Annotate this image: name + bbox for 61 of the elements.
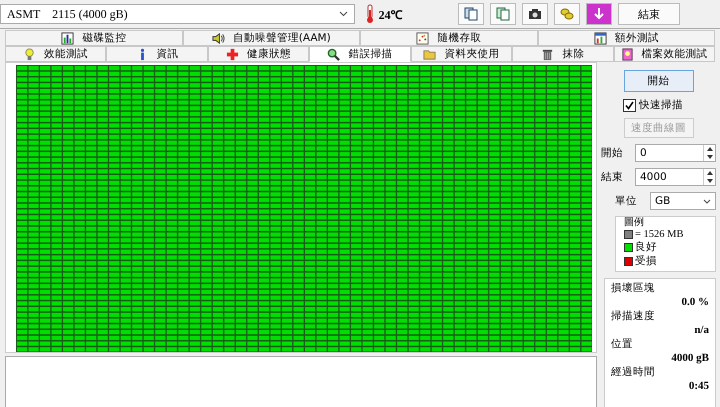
tab[interactable]: 效能測試 bbox=[5, 46, 106, 62]
legend-label: 受損 bbox=[635, 254, 657, 268]
number-field[interactable]: 0 bbox=[635, 144, 716, 162]
copy-icon bbox=[496, 7, 510, 21]
start-button[interactable]: 開始 bbox=[624, 70, 694, 92]
unit-label: 單位 bbox=[615, 194, 637, 208]
spin-up-icon[interactable] bbox=[706, 147, 712, 151]
tab[interactable]: 資訊 bbox=[106, 46, 208, 62]
legend-title: 圖例 bbox=[624, 217, 644, 228]
stat-label: 掃描速度 bbox=[611, 309, 656, 323]
scatter-chart-icon bbox=[416, 32, 430, 44]
stat-label: 經過時間 bbox=[611, 365, 656, 379]
tab[interactable]: 健康狀態 bbox=[208, 46, 310, 62]
unit-select[interactable]: GB bbox=[650, 192, 716, 210]
download-button[interactable] bbox=[586, 3, 612, 25]
quick-scan-checkbox[interactable] bbox=[623, 98, 636, 112]
stat-value: n/a bbox=[694, 324, 709, 336]
legend-label: 良好 bbox=[635, 240, 657, 254]
tab[interactable]: 磁碟監控 bbox=[5, 30, 182, 46]
drive-select[interactable]: ASMT 2115 (4000 gB) bbox=[0, 4, 355, 24]
chart-window-icon bbox=[594, 32, 607, 44]
tab[interactable]: 檔案效能測試 bbox=[614, 46, 715, 62]
document-icon bbox=[620, 48, 634, 60]
field-label: 開始 bbox=[601, 146, 624, 160]
tab[interactable]: 自動噪聲管理(AAM) bbox=[182, 30, 360, 46]
field-label: 結束 bbox=[601, 170, 624, 184]
number-field[interactable]: 4000 bbox=[635, 168, 716, 186]
tab[interactable]: 隨機存取 bbox=[360, 30, 538, 46]
spin-down-icon[interactable] bbox=[706, 179, 712, 183]
tab[interactable]: 抹除 bbox=[512, 46, 614, 62]
quick-scan-label: 快速掃描 bbox=[639, 98, 683, 112]
stat-value: 0.0 % bbox=[682, 296, 709, 308]
spin-down-icon[interactable] bbox=[706, 155, 712, 159]
stat-value: 4000 gB bbox=[671, 352, 709, 364]
coins-button[interactable] bbox=[554, 3, 580, 25]
cross-icon bbox=[226, 48, 240, 60]
camera-button[interactable] bbox=[522, 3, 548, 25]
stat-label: 損壞區塊 bbox=[611, 281, 656, 295]
chevron-down-icon bbox=[338, 11, 348, 17]
magnifier-icon bbox=[327, 48, 340, 60]
stat-value: 0:45 bbox=[688, 380, 709, 392]
down-arrow-icon bbox=[592, 7, 606, 21]
spin-up-icon[interactable] bbox=[706, 171, 712, 175]
lightbulb-icon bbox=[23, 48, 36, 60]
tab[interactable]: 資料夾使用 bbox=[410, 46, 512, 62]
tab[interactable]: 額外測試 bbox=[538, 30, 715, 46]
thermometer-icon bbox=[364, 4, 375, 24]
copy-icon bbox=[464, 7, 478, 21]
copy-button[interactable] bbox=[458, 3, 484, 25]
trash-icon bbox=[541, 48, 554, 60]
bar-chart-icon bbox=[61, 32, 74, 44]
chevron-down-icon bbox=[703, 198, 711, 204]
legend-label: = 1526 MB bbox=[635, 229, 684, 240]
exit-button[interactable]: 結束 bbox=[618, 3, 680, 25]
coins-icon bbox=[560, 7, 574, 21]
temperature-reading: 24℃ bbox=[378, 6, 403, 22]
camera-icon bbox=[528, 8, 542, 20]
stat-label: 位置 bbox=[611, 337, 634, 351]
speaker-icon bbox=[212, 32, 225, 44]
copy-all-button[interactable] bbox=[490, 3, 516, 25]
tab[interactable]: 錯誤掃描 bbox=[309, 46, 411, 62]
